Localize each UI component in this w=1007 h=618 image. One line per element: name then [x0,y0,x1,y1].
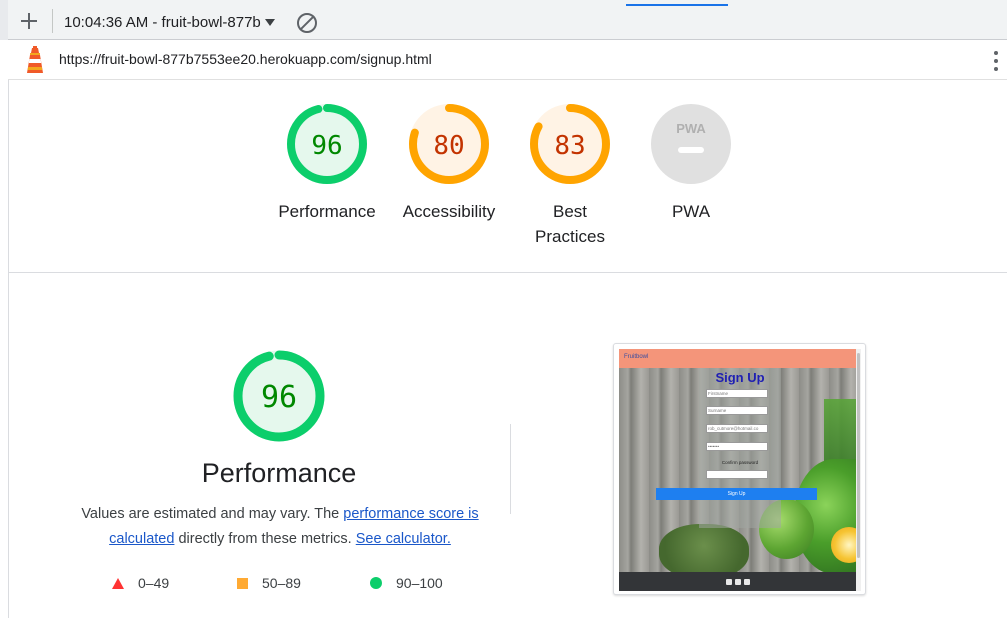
screenshot-scrollbar [856,349,861,591]
page-left-border [8,80,9,618]
gauge-best-practices-label: Best Practices [535,202,605,246]
screenshot-firstname: Firstname [706,389,768,398]
gauge-accessibility-score: 80 [433,131,464,161]
see-calculator-link[interactable]: See calculator. [356,531,451,547]
screenshot-brand: Fruitbowl [624,354,649,360]
gauge-best-practices[interactable]: 83 Best Practices [510,104,630,249]
pwa-badge-text: PWA [676,121,706,136]
facebook-icon [725,578,732,585]
pass-circle-icon [370,577,382,589]
pwa-badge-icon: PWA [651,104,731,184]
twitter-icon [734,578,741,585]
gauge-performance-label: Performance [278,202,376,221]
clear-reports-button[interactable] [297,13,317,33]
legend-fail-range: 0–49 [138,575,170,591]
section-divider [9,272,1007,273]
report-url-bar: https://fruit-bowl-877b7553ee20.herokuap… [8,40,1007,80]
performance-gauge-large: 96 [233,350,325,442]
legend-average: 50–89 [237,575,301,591]
gauge-accessibility-ring: 80 [409,104,489,184]
report-url[interactable]: https://fruit-bowl-877b7553ee20.herokuap… [59,51,432,67]
legend-fail: 0–49 [112,575,169,591]
screenshot-heading: Sign Up [715,370,765,385]
legend-average-range: 50–89 [262,575,301,591]
new-report-button[interactable] [18,10,40,32]
gauge-accessibility[interactable]: 80 Accessibility [389,104,509,224]
screenshot-confirm-input [706,470,768,479]
gauge-performance-score: 96 [311,131,342,161]
legend-pass-range: 90–100 [396,575,443,591]
toolbar-separator [52,9,53,33]
screenshot-broccoli [659,524,749,579]
more-options-icon[interactable] [992,51,1000,71]
perf-desc-prefix: Values are estimated and may vary. The [81,506,344,522]
legend-pass: 90–100 [370,575,443,591]
screenshot-surname: Surname [706,406,768,415]
caret-down-icon [264,18,275,26]
fail-triangle-icon [112,577,124,589]
gauge-performance-ring: 96 [287,104,367,184]
screenshot-image: Fruitbowl Sign Up Firstname Surname rob_… [619,349,856,591]
screenshot-signup-button: Sign Up [656,488,817,500]
final-screenshot[interactable]: Fruitbowl Sign Up Firstname Surname rob_… [613,343,866,595]
devtools-toolbar: 10:04:36 AM - fruit-bowl-877b [0,0,1007,40]
report-selector[interactable]: 10:04:36 AM - fruit-bowl-877b [58,9,281,35]
gauge-performance[interactable]: 96 Performance [267,104,387,224]
screenshot-password: ••••••• [706,442,768,451]
report-selector-label: 10:04:36 AM - fruit-bowl-877b [64,13,261,31]
instagram-icon [743,578,750,585]
screenshot-confirm-label: Confirm password [721,460,759,465]
performance-score-large: 96 [261,380,297,415]
lighthouse-logo-icon [27,46,43,73]
gauge-pwa[interactable]: PWA PWA [631,104,751,224]
gauge-best-practices-score: 83 [554,131,585,161]
screenshot-email: rob_cutmore@hotmail.co [706,424,768,433]
screenshot-footer [619,572,856,591]
average-square-icon [237,577,248,589]
gauge-pwa-label: PWA [671,202,711,221]
gauge-accessibility-label: Accessibility [402,202,496,221]
screenshot-navbar: Fruitbowl [619,349,856,368]
vertical-separator [510,424,511,514]
toolbar-left-strip [0,0,8,40]
performance-title: Performance [201,458,357,488]
perf-desc-middle: directly from these metrics. [174,531,356,547]
performance-description: Values are estimated and may vary. The p… [60,502,500,552]
active-tab-indicator [626,4,728,6]
gauge-best-practices-ring: 83 [530,104,610,184]
